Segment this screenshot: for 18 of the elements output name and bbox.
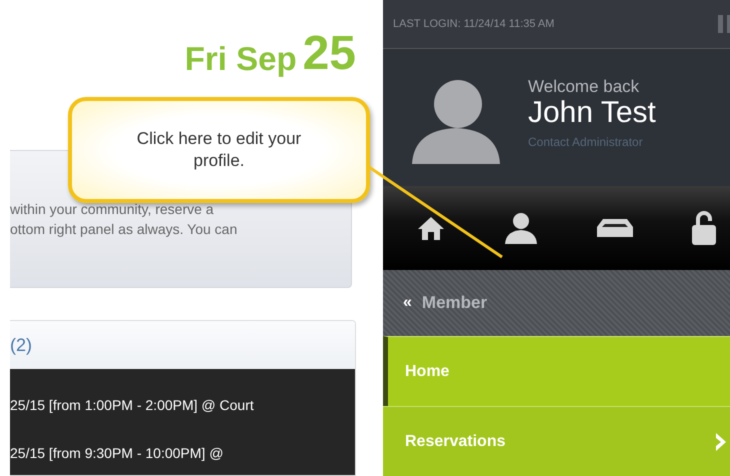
person-icon[interactable]: [504, 212, 538, 244]
date-day: 25: [302, 30, 356, 78]
tooltip-callout: Click here to edit your profile.: [68, 97, 370, 203]
unlocked-padlock-icon[interactable]: [692, 211, 716, 246]
notice-text: ottom right panel as always. You can: [10, 220, 238, 239]
reservation-entry[interactable]: 25/15 [from 1:00PM - 2:00PM] @ Court: [10, 397, 355, 413]
reservation-count: (2): [10, 334, 32, 356]
back-chevron[interactable]: «: [403, 294, 412, 312]
user-name[interactable]: John Test: [528, 96, 656, 129]
home-icon[interactable]: [417, 216, 446, 240]
inbox-icon[interactable]: [596, 219, 633, 238]
last-login-text: LAST LOGIN: 11/24/14 11:35 AM: [393, 18, 554, 30]
notice-text: within your community, reserve a: [10, 200, 215, 219]
welcome-text: Welcome back: [528, 76, 640, 97]
chevron-right-icon: [716, 432, 726, 451]
date-weekday-month: Fri Sep: [184, 40, 297, 78]
section-title: Member: [422, 292, 488, 313]
reservation-entry[interactable]: 25/15 [from 9:30PM - 10:00PM] @: [10, 445, 355, 461]
